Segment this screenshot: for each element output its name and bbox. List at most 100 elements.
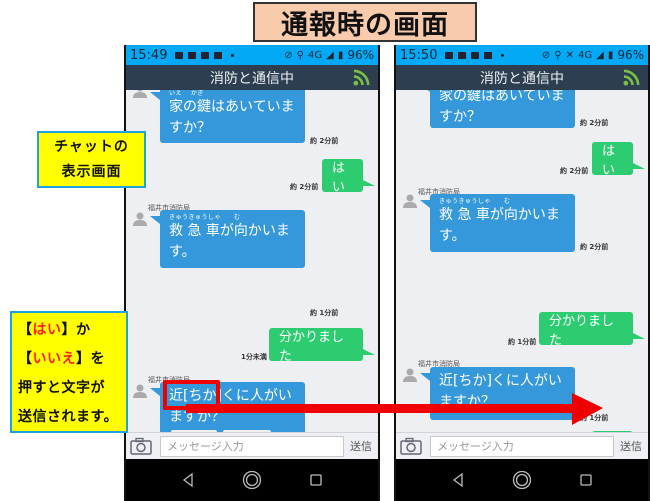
message-text: 救 急 車が向かいます。 xyxy=(169,223,290,260)
mail-icon xyxy=(188,51,197,59)
callout-line: 送信されます。 xyxy=(18,409,119,425)
battery-level: 96% xyxy=(617,48,644,62)
home-icon[interactable] xyxy=(242,470,262,490)
callout-line: 表示画面 xyxy=(61,163,122,180)
page-title: 通報時の画面 xyxy=(253,2,477,42)
connection-rss-icon xyxy=(623,69,640,86)
bracket: 】か xyxy=(61,322,91,338)
message-input[interactable]: メッセージ入力 xyxy=(160,435,344,457)
avatar-icon xyxy=(133,212,147,226)
more-dot-icon xyxy=(501,53,505,57)
message-input[interactable]: メッセージ入力 xyxy=(430,435,614,457)
android-nav-bar xyxy=(396,459,648,501)
message-text: はい xyxy=(332,160,346,195)
message-timestamp: 約 1分前 xyxy=(580,414,609,422)
nfc-icon: ⊘ xyxy=(284,49,293,61)
image-icon xyxy=(445,51,454,59)
send-button[interactable]: 送信 xyxy=(350,438,372,454)
incoming-message: 家の鍵はあいていますか？ xyxy=(420,90,575,128)
furigana: きゅうきゅうしゃ む xyxy=(169,214,241,221)
incoming-message: きゅうきゅうしゃ む 救 急 車が向かいます。 xyxy=(150,210,305,268)
message-timestamp: 1分未満 xyxy=(241,353,267,361)
message-timestamp: 約 2分前 xyxy=(580,243,609,251)
status-time: 15:49 xyxy=(130,47,168,63)
bracket: 【 xyxy=(18,351,33,367)
notification-icons xyxy=(445,51,505,59)
camera-icon[interactable] xyxy=(400,437,422,455)
chat-screen-callout: チャットの 表示画面 xyxy=(37,131,146,188)
message-input-bar: メッセージ入力 送信 xyxy=(396,432,648,459)
yes-button-highlight xyxy=(163,380,220,410)
incoming-message: 近[ちか]くに人がいますか？ xyxy=(420,367,575,420)
phone-screen-before: 15:49 ⊘ ⚲ 4G ◢ ▮ 96% 消防と通信中 いえ かぎ 家の鍵はあい… xyxy=(124,45,380,501)
signal-icon: ◢ xyxy=(326,49,334,61)
callout-line: 押すと文字が xyxy=(18,380,105,396)
battery-icon: ▮ xyxy=(607,49,614,61)
nfc-icon: ⊘ xyxy=(541,49,551,61)
avatar-icon xyxy=(403,368,417,382)
callout-line: チャットの xyxy=(54,138,129,155)
mail-icon xyxy=(484,51,493,59)
notification-icons xyxy=(175,51,235,59)
instruction-callout: 【はい】か 【いいえ】を 押すと文字が 送信されます。 xyxy=(10,311,128,433)
highlight-word: はい xyxy=(32,322,62,338)
message-timestamp: 約 1分前 xyxy=(310,309,339,317)
location-icon: ⚲ xyxy=(554,49,562,61)
message-text: 分かりました xyxy=(549,313,615,348)
mail-icon xyxy=(201,51,210,59)
camera-icon[interactable] xyxy=(130,437,152,455)
outgoing-message: 分かりました xyxy=(269,328,375,364)
app-title: 消防と通信中 xyxy=(480,70,564,87)
signal-icon: ◢ xyxy=(596,49,604,61)
message-text: 分かりました xyxy=(279,329,345,364)
status-bar: 15:50 ⊘ ⚲ ✕ 4G ◢ ▮ 96% xyxy=(396,45,648,65)
outgoing-message: 分かりました xyxy=(539,312,645,348)
network-label: 4G xyxy=(307,49,323,61)
callout-line: 【いいえ】を xyxy=(18,345,120,374)
send-button[interactable]: 送信 xyxy=(620,438,642,454)
status-time: 15:50 xyxy=(400,47,438,63)
avatar-icon xyxy=(133,90,147,98)
app-header: 消防と通信中 xyxy=(126,65,378,90)
status-bar: 15:49 ⊘ ⚲ 4G ◢ ▮ 96% xyxy=(126,45,378,65)
bracket: 】を xyxy=(76,351,105,367)
message-text: 家の鍵はあいていますか？ xyxy=(439,90,565,125)
incoming-message: いえ かぎ 家の鍵はあいていますか？ xyxy=(150,90,305,143)
incoming-message: きゅうきゅうしゃ む 救 急 車が向かいます。 xyxy=(420,194,575,252)
recents-icon[interactable] xyxy=(576,470,596,490)
connection-rss-icon xyxy=(353,69,370,86)
message-timestamp: 約 2分前 xyxy=(580,119,609,127)
image-icon xyxy=(175,51,184,59)
home-icon[interactable] xyxy=(512,470,532,490)
android-nav-bar xyxy=(126,459,378,501)
message-text: 家の鍵はあいていますか？ xyxy=(169,99,295,136)
highlight-word: いいえ xyxy=(32,351,76,367)
message-input-bar: メッセージ入力 送信 xyxy=(126,432,378,459)
phone-screen-after: 15:50 ⊘ ⚲ ✕ 4G ◢ ▮ 96% 消防と通信中 家の鍵はあいています… xyxy=(394,45,650,501)
mail-icon xyxy=(471,51,480,59)
outgoing-message: はい xyxy=(322,159,375,195)
message-text: 救 急 車が向かいます。 xyxy=(439,207,560,244)
more-dot-icon xyxy=(231,53,235,57)
mail-icon xyxy=(458,51,467,59)
bracket: 【 xyxy=(18,322,33,338)
furigana: いえ かぎ xyxy=(169,90,204,97)
network-label: 4G xyxy=(577,49,593,61)
app-title: 消防と通信中 xyxy=(210,70,294,87)
back-icon[interactable] xyxy=(448,470,468,490)
message-timestamp: 約 2分前 xyxy=(560,167,589,175)
chat-area[interactable]: 家の鍵はあいていますか？ 約 2分前 はい 約 2分前 福井市消防局 きゅうきゅ… xyxy=(396,90,648,432)
avatar-icon xyxy=(403,194,417,208)
mail-icon xyxy=(214,51,223,59)
furigana: きゅうきゅうしゃ む xyxy=(439,198,511,205)
back-icon[interactable] xyxy=(178,470,198,490)
mute-icon: ✕ xyxy=(565,49,574,61)
recents-icon[interactable] xyxy=(306,470,326,490)
outgoing-message: はい xyxy=(592,142,645,178)
app-header: 消防と通信中 xyxy=(396,65,648,90)
message-timestamp: 約 2分前 xyxy=(290,183,319,191)
avatar-icon xyxy=(133,384,147,398)
message-timestamp: 約 2分前 xyxy=(310,137,339,145)
message-text: はい xyxy=(602,143,616,178)
callout-line: 【はい】か xyxy=(18,316,120,345)
